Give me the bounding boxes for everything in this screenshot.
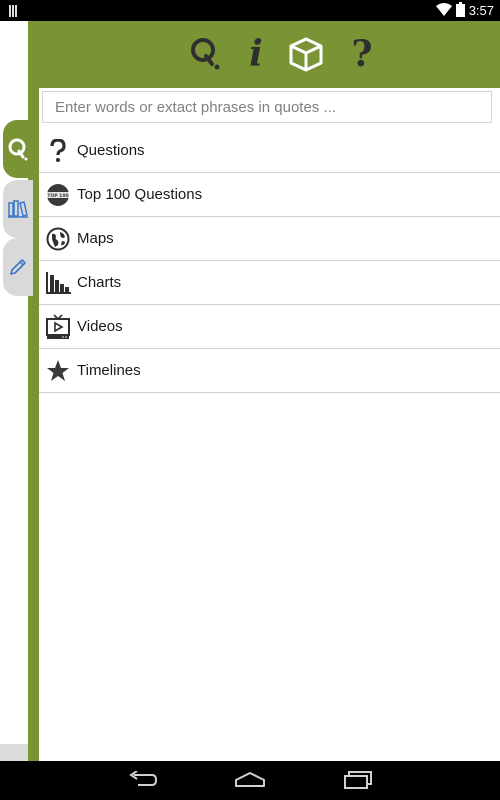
notification-icon [9, 4, 19, 22]
list-item-top-100-questions[interactable]: TOP 100 Top 100 Questions [39, 173, 500, 217]
list-item-label: Maps [77, 230, 114, 247]
search-q-icon [8, 138, 28, 161]
main-panel: Questions TOP 100 Top 100 Questions [39, 88, 500, 761]
recents-button[interactable] [342, 769, 374, 791]
notes-tab[interactable] [3, 238, 33, 296]
books-icon [8, 200, 28, 218]
list-item-questions[interactable]: Questions [39, 129, 500, 173]
info-icon[interactable]: i [238, 33, 274, 75]
tv-icon [45, 313, 71, 340]
cube-icon[interactable] [288, 35, 324, 73]
list-item-label: Top 100 Questions [77, 186, 203, 203]
back-icon [129, 771, 158, 786]
left-strip-footer [0, 744, 28, 761]
wifi-icon [435, 2, 452, 19]
status-time: 3:57 [468, 3, 494, 18]
toolbar: i ? [28, 21, 500, 87]
list-item-label: Videos [77, 318, 123, 335]
list-item-label: Charts [77, 274, 122, 291]
list-item-label: Timelines [77, 362, 141, 379]
pencil-icon [10, 259, 26, 275]
list-item-label: Questions [77, 142, 145, 159]
navigation-bar [0, 761, 500, 800]
home-icon [235, 772, 265, 787]
back-button[interactable] [127, 769, 159, 791]
question-icon [45, 138, 71, 164]
status-bar: 3:57 [0, 0, 500, 21]
top-100-badge-icon: TOP 100 [45, 182, 71, 208]
bar-chart-icon [45, 270, 71, 296]
question-icon[interactable]: ? [344, 33, 380, 75]
star-icon [45, 358, 71, 384]
battery-icon [455, 1, 465, 20]
list-item-charts[interactable]: Charts [39, 261, 500, 305]
recents-icon [344, 771, 372, 789]
library-tab[interactable] [3, 180, 33, 238]
search-input[interactable] [43, 92, 491, 122]
list-item-timelines[interactable]: Timelines [39, 349, 500, 393]
badge-text: TOP 100 [47, 193, 68, 199]
search-q-icon[interactable] [188, 35, 224, 73]
search-box[interactable] [42, 91, 492, 123]
home-button[interactable] [234, 769, 266, 791]
search-tab[interactable] [3, 120, 33, 178]
list-item-videos[interactable]: Videos [39, 305, 500, 349]
list-item-maps[interactable]: Maps [39, 217, 500, 261]
menu-list: Questions TOP 100 Top 100 Questions Maps… [39, 129, 500, 393]
globe-icon [45, 226, 71, 252]
